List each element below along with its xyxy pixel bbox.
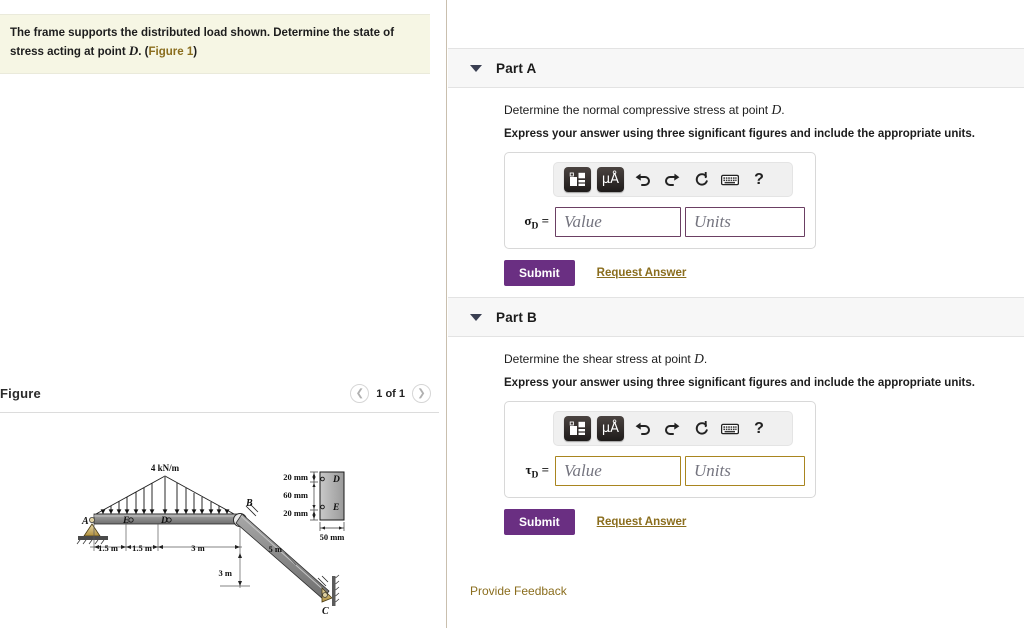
frame-diagram: 4 kN/m A B C E D D E 1.5 m 1.5 m 3 m 3 m… [70, 458, 370, 620]
part-a-question-symbol: D [771, 102, 782, 117]
figure-reference-link[interactable]: Figure 1 [148, 46, 193, 58]
next-figure-button[interactable]: ❯ [412, 384, 431, 403]
part-a-submit-button[interactable]: Submit [504, 260, 575, 286]
reset-icon[interactable] [688, 167, 714, 193]
redo-icon[interactable] [659, 416, 685, 442]
part-b-math-toolbar: μÅ ? [553, 411, 793, 446]
part-b-value-input[interactable] [555, 456, 681, 486]
part-a-instruction: Express your answer using three signific… [504, 128, 975, 140]
part-b-section: Part B Determine the shear stress at poi… [448, 297, 1024, 535]
figure-panel-title: Figure [0, 386, 41, 401]
undo-icon[interactable] [630, 416, 656, 442]
page-root: The frame supports the distributed load … [0, 0, 1024, 628]
part-a-symbol: σD = [524, 212, 549, 232]
problem-text-part3: ) [193, 46, 198, 58]
part-b-button-row: Submit Request Answer [504, 509, 1024, 535]
part-b-question-text: Determine the shear stress at point [504, 352, 695, 366]
chevron-down-icon-part-a[interactable] [470, 64, 482, 72]
part-b-header[interactable]: Part B [448, 297, 1024, 337]
units-icon-label: μÅ [601, 421, 620, 436]
part-b-question: Determine the shear stress at point D. [504, 351, 1024, 367]
figure-header: Figure ❮ 1 of 1 ❯ [0, 384, 439, 412]
diagram-dim-3: 3 m [191, 543, 204, 553]
diagram-dim-2: 1.5 m [132, 543, 152, 553]
figure-divider [0, 412, 439, 413]
left-panel: The frame supports the distributed load … [0, 0, 447, 628]
part-a-field-row: σD = [515, 207, 805, 237]
diagram-dim-diagonal: 5 m [269, 544, 282, 554]
part-a-value-input[interactable] [555, 207, 681, 237]
diagram-label-c: C [322, 606, 329, 617]
part-a-request-answer-link[interactable]: Request Answer [597, 267, 687, 279]
part-b-units-input[interactable] [685, 456, 805, 486]
part-b-question-symbol: D [694, 351, 704, 366]
part-b-field-row: τD = [515, 456, 805, 486]
part-b-question-end: . [703, 352, 708, 366]
part-a-body: Determine the normal compressive stress … [448, 88, 1024, 286]
part-b-submit-button[interactable]: Submit [504, 509, 575, 535]
diagram-label-d: D [160, 516, 168, 526]
math-template-icon[interactable] [564, 416, 591, 441]
help-icon[interactable]: ? [746, 416, 772, 442]
section-dim-top: 20 mm [283, 472, 308, 482]
redo-icon[interactable] [659, 167, 685, 193]
diagram-dim-1: 1.5 m [98, 543, 118, 553]
keyboard-icon[interactable] [717, 416, 743, 442]
diagram-dim-vertical: 3 m [219, 568, 232, 578]
section-label-d: D [332, 475, 340, 485]
undo-icon[interactable] [630, 167, 656, 193]
section-dim-bot: 20 mm [283, 508, 308, 518]
math-template-icon[interactable] [564, 167, 591, 192]
problem-statement-box: The frame supports the distributed load … [0, 14, 430, 74]
part-b-instruction: Express your answer using three signific… [504, 377, 975, 389]
chevron-down-icon-part-b[interactable] [470, 313, 482, 321]
problem-text-part2: . ( [138, 46, 149, 58]
right-panel: Part A Determine the normal compressive … [448, 0, 1024, 628]
help-icon[interactable]: ? [746, 167, 772, 193]
part-a-header[interactable]: Part A [448, 48, 1024, 88]
diagram-label-a: A [81, 516, 89, 527]
reset-icon[interactable] [688, 416, 714, 442]
part-a-button-row: Submit Request Answer [504, 260, 1024, 286]
part-b-symbol: τD = [525, 461, 549, 481]
figure-pagination: ❮ 1 of 1 ❯ [350, 384, 431, 403]
micro-angstrom-units-icon[interactable]: μÅ [597, 416, 624, 441]
prev-figure-button[interactable]: ❮ [350, 384, 370, 403]
section-dim-mid: 60 mm [283, 490, 308, 500]
diagram-label-b: B [245, 498, 253, 509]
diagram-load-label: 4 kN/m [151, 463, 180, 473]
part-a-question-end: . [781, 103, 785, 117]
part-b-label: Part B [496, 309, 537, 325]
problem-text-part1: The frame supports the distributed load … [10, 27, 395, 58]
part-a-answer-box: μÅ ? σD = Value Units [504, 152, 816, 249]
provide-feedback-link[interactable]: Provide Feedback [470, 584, 567, 598]
problem-point-symbol: D [128, 43, 139, 58]
part-a-question-text: Determine the normal compressive stress … [504, 103, 772, 117]
part-a-math-toolbar: μÅ ? [553, 162, 793, 197]
part-b-body: Determine the shear stress at point D. E… [448, 337, 1024, 535]
section-dim-width: 50 mm [320, 532, 345, 542]
figure-page-count: 1 of 1 [376, 387, 405, 400]
part-a-label: Part A [496, 60, 537, 76]
part-a-units-input[interactable] [685, 207, 805, 237]
part-a-question: Determine the normal compressive stress … [504, 102, 1024, 118]
part-b-request-answer-link[interactable]: Request Answer [597, 516, 687, 528]
feedback-section: Provide Feedback [448, 560, 567, 598]
problem-statement-text: The frame supports the distributed load … [10, 25, 418, 61]
section-label-e: E [332, 503, 339, 513]
diagram-label-e: E [122, 516, 129, 526]
micro-angstrom-units-icon[interactable]: μÅ [597, 167, 624, 192]
part-b-answer-box: μÅ ? τD = Value Units [504, 401, 816, 498]
part-a-section: Part A Determine the normal compressive … [448, 48, 1024, 286]
keyboard-icon[interactable] [717, 167, 743, 193]
units-icon-label: μÅ [601, 172, 620, 187]
